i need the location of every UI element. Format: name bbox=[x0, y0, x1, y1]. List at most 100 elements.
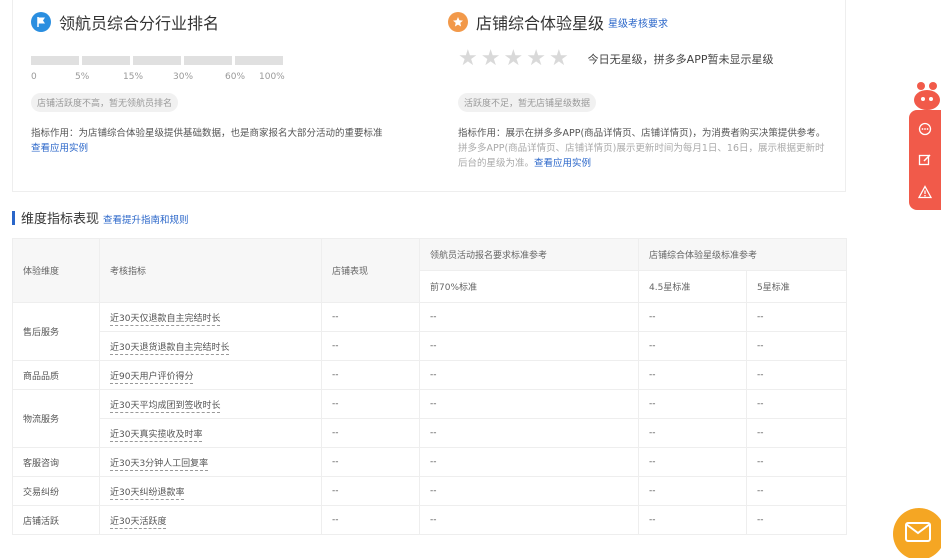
rank-tick: 30% bbox=[173, 72, 194, 82]
table-row: 交易纠纷 近30天纠纷退款率 -- -- -- -- bbox=[12, 476, 848, 506]
medal-star-icon bbox=[448, 12, 468, 32]
dimension-cell: 交易纠纷 bbox=[12, 476, 100, 506]
indicator-label[interactable]: 近30天3分钟人工回复率 bbox=[110, 458, 209, 471]
section-accent-bar bbox=[12, 210, 15, 225]
header-shop-performance: 店铺表现 bbox=[321, 238, 420, 303]
table-row: 客服咨询 近30天3分钟人工回复率 -- -- -- -- bbox=[12, 447, 848, 477]
navigator-value-cell: -- bbox=[419, 476, 639, 506]
rank-tick: 15% bbox=[123, 72, 144, 82]
rank-scale-segment bbox=[235, 56, 283, 65]
header-navigator-group: 领航员活动报名要求标准参考 bbox=[419, 238, 639, 271]
rank-tick: 60% bbox=[225, 72, 246, 82]
star45-value-cell: -- bbox=[638, 447, 747, 477]
rank-tick: 100% bbox=[259, 72, 285, 82]
navigator-value-cell: -- bbox=[419, 302, 639, 332]
star-requirements-link[interactable]: 星级考核要求 bbox=[608, 15, 668, 30]
star-icon: ★ bbox=[503, 46, 524, 71]
star5-value-cell: -- bbox=[745, 302, 848, 332]
indicator-cell[interactable]: 近30天3分钟人工回复率 bbox=[99, 447, 322, 477]
star45-value-cell: -- bbox=[638, 418, 747, 448]
rank-scale-bar bbox=[31, 56, 286, 65]
improvement-guide-link[interactable]: 查看提升指南和规则 bbox=[103, 212, 189, 226]
indicator-label[interactable]: 近30天退货退款自主完结时长 bbox=[110, 342, 230, 355]
shop-star-title: 店铺综合体验星级 星级考核要求 bbox=[448, 10, 668, 34]
comment-icon[interactable] bbox=[918, 122, 932, 136]
shop-value-cell: -- bbox=[321, 331, 420, 361]
dimension-cell: 商品品质 bbox=[12, 360, 100, 390]
indicator-label[interactable]: 近30天活跃度 bbox=[110, 516, 167, 529]
star5-value-cell: -- bbox=[745, 505, 848, 535]
shop-value-cell: -- bbox=[321, 505, 420, 535]
table-row: 近30天真实揽收及时率 -- -- -- -- bbox=[13, 418, 848, 448]
star-description-line: 拼多多APP(商品详情页、店铺详情页)展示更新时间为每月1日、16日，展示根据更… bbox=[458, 143, 825, 154]
table-row: 商品品质 近90天用户评价得分 -- -- -- -- bbox=[12, 360, 848, 390]
indicator-cell[interactable]: 近30天平均成团到签收时长 bbox=[99, 389, 322, 419]
dimension-cell: 售后服务 bbox=[12, 302, 100, 361]
navigator-status-pill: 店铺活跃度不高，暂无领航员排名 bbox=[31, 93, 179, 112]
star-description: 指标作用：展示在拼多多APP(商品详情页、店铺详情页)，为消费者购买决策提供参考… bbox=[458, 126, 843, 171]
table-row: 近30天退货退款自主完结时长 -- -- -- -- bbox=[13, 331, 848, 361]
shop-value-cell: -- bbox=[321, 360, 420, 390]
star45-value-cell: -- bbox=[638, 476, 747, 506]
navigator-rank-title: 领航员综合分行业排名 bbox=[31, 10, 219, 34]
dimension-cell: 物流服务 bbox=[12, 389, 100, 448]
shop-value-cell: -- bbox=[321, 302, 420, 332]
indicator-cell[interactable]: 近30天仅退款自主完结时长 bbox=[99, 302, 322, 332]
edit-icon[interactable] bbox=[918, 153, 932, 167]
rank-tick: 5% bbox=[75, 72, 90, 82]
dimension-metrics-table: 体验维度 考核指标 店铺表现 领航员活动报名要求标准参考 店铺综合体验星级标准参… bbox=[12, 238, 848, 535]
star45-value-cell: -- bbox=[638, 331, 747, 361]
rank-scale-ticks: 0 5% 15% 30% 60% 100% bbox=[31, 72, 291, 84]
star45-value-cell: -- bbox=[638, 389, 747, 419]
header-indicator: 考核指标 bbox=[99, 238, 322, 303]
indicator-label[interactable]: 近30天仅退款自主完结时长 bbox=[110, 313, 221, 326]
navigator-description-text: 指标作用：为店铺综合体验星级提供基础数据，也是商家报名大部分活动的重要标准 bbox=[31, 128, 383, 139]
header-star-group: 店铺综合体验星级标准参考 bbox=[637, 238, 848, 271]
navigator-rank-title-text: 领航员综合分行业排名 bbox=[59, 14, 220, 33]
star45-value-cell: -- bbox=[638, 505, 747, 535]
shop-value-cell: -- bbox=[321, 389, 420, 419]
star5-value-cell: -- bbox=[745, 476, 848, 506]
star5-value-cell: -- bbox=[745, 418, 848, 448]
side-toolbar bbox=[909, 110, 941, 210]
star5-value-cell: -- bbox=[745, 447, 848, 477]
indicator-label[interactable]: 近30天真实揽收及时率 bbox=[110, 429, 203, 442]
rank-scale-segment bbox=[184, 56, 232, 65]
indicator-cell[interactable]: 近30天纠纷退款率 bbox=[99, 476, 322, 506]
page: 领航员综合分行业排名 0 5% 15% 30% 60% 100% 店铺活跃度不高… bbox=[0, 0, 941, 558]
star-icon: ★ bbox=[548, 46, 569, 71]
header-star45: 4.5星标准 bbox=[638, 270, 747, 303]
indicator-label[interactable]: 近30天平均成团到签收时长 bbox=[110, 400, 221, 413]
indicator-cell[interactable]: 近30天退货退款自主完结时长 bbox=[99, 331, 322, 361]
indicator-cell[interactable]: 近30天真实揽收及时率 bbox=[99, 418, 322, 448]
star5-value-cell: -- bbox=[745, 331, 848, 361]
star-status-pill: 活跃度不足，暂无店铺星级数据 bbox=[458, 93, 597, 112]
message-button[interactable] bbox=[893, 508, 941, 558]
table-row: 店铺活跃 近30天活跃度 -- -- -- -- bbox=[12, 505, 848, 535]
navigator-value-cell: -- bbox=[419, 505, 639, 535]
navigator-value-cell: -- bbox=[419, 389, 639, 419]
star-description-line: 后台的星级为准。 bbox=[458, 158, 535, 169]
star-example-link[interactable]: 查看应用实例 bbox=[534, 158, 591, 169]
star-icon: ★ bbox=[480, 46, 501, 71]
star-icon: ★ bbox=[526, 46, 546, 71]
indicator-label[interactable]: 近30天纠纷退款率 bbox=[110, 487, 185, 500]
indicator-cell[interactable]: 近90天用户评价得分 bbox=[99, 360, 322, 390]
top-card: 领航员综合分行业排名 0 5% 15% 30% 60% 100% 店铺活跃度不高… bbox=[12, 0, 846, 192]
rank-scale-segment bbox=[133, 56, 181, 65]
section-title: 维度指标表现 bbox=[21, 212, 100, 227]
header-star5: 5星标准 bbox=[745, 270, 848, 303]
warning-icon[interactable] bbox=[917, 185, 933, 199]
indicator-label[interactable]: 近90天用户评价得分 bbox=[110, 371, 194, 384]
dimension-section-header: 维度指标表现 查看提升指南和规则 bbox=[12, 208, 189, 227]
star-description-line: 指标作用：展示在拼多多APP(商品详情页、店铺详情页)，为消费者购买决策提供参考… bbox=[458, 128, 826, 139]
star-rating: ★ ★ ★ ★ ★ 今日无星级，拼多多APP暂未显示星级 bbox=[458, 48, 773, 70]
mascot-icon[interactable] bbox=[913, 80, 941, 110]
navigator-example-link[interactable]: 查看应用实例 bbox=[31, 141, 411, 156]
star45-value-cell: -- bbox=[638, 302, 747, 332]
navigator-value-cell: -- bbox=[419, 447, 639, 477]
navigator-value-cell: -- bbox=[419, 360, 639, 390]
mail-icon bbox=[905, 522, 931, 546]
indicator-cell[interactable]: 近30天活跃度 bbox=[99, 505, 322, 535]
shop-value-cell: -- bbox=[321, 476, 420, 506]
